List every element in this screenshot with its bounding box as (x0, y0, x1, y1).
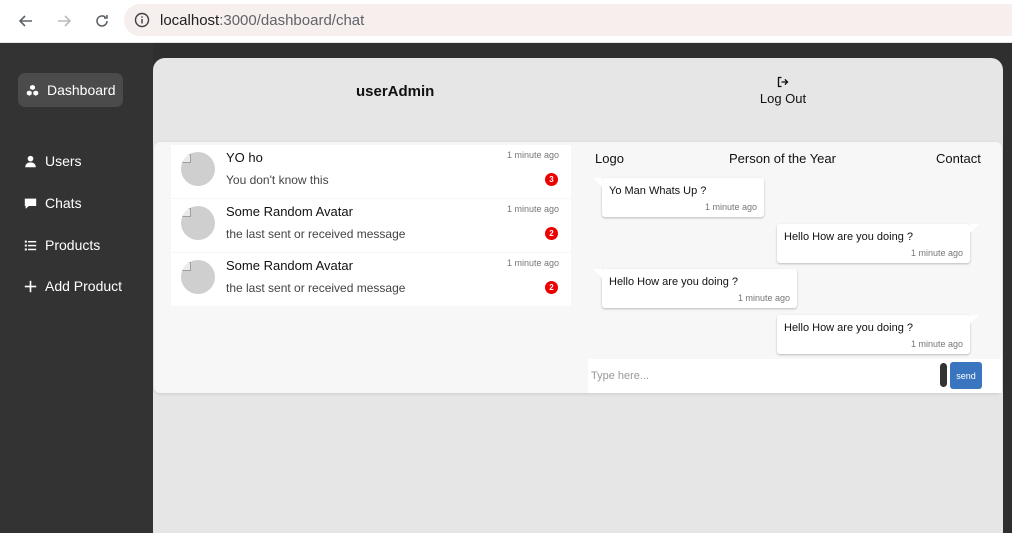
sidebar-item-label: Chats (45, 195, 82, 211)
send-button[interactable]: send (950, 362, 982, 389)
conversation-name: Some Random Avatar (226, 204, 353, 219)
avatar (181, 260, 215, 294)
message-bubble: Hello How are you doing ? 1 minute ago (593, 269, 797, 308)
broken-image-icon (182, 208, 191, 217)
reload-button[interactable] (84, 3, 120, 39)
conversation-time: 1 minute ago (506, 204, 559, 214)
url-text: localhost:3000/dashboard/chat (160, 12, 364, 29)
chat-window: Logo Person of the Year Contact Yo Man W… (588, 142, 1002, 393)
message-time: 1 minute ago (910, 339, 963, 349)
message-bubble: Yo Man Whats Up ? 1 minute ago (593, 178, 764, 217)
emoji-toggle[interactable] (940, 363, 947, 387)
sidebar-item-label: Users (45, 153, 82, 169)
conversation-time: 1 minute ago (506, 150, 559, 160)
address-bar[interactable]: localhost:3000/dashboard/chat (124, 4, 1012, 36)
unread-badge: 2 (545, 227, 558, 240)
sidebar-item-add-product[interactable]: Add Product (18, 269, 122, 303)
sidebar-item-users[interactable]: Users (18, 144, 82, 178)
avatar (181, 152, 215, 186)
unread-badge: 2 (545, 281, 558, 294)
forward-button[interactable] (46, 3, 82, 39)
reload-icon (96, 15, 108, 27)
broken-image-icon (182, 262, 191, 271)
sidebar: Dashboard Users Chats Products Add Produ… (0, 43, 153, 533)
conversation-last-message: You don't know this (226, 173, 329, 187)
arrow-right-icon (58, 15, 72, 27)
message-text: Hello How are you doing ? (609, 276, 739, 288)
conversation-name: YO ho (226, 150, 263, 165)
sidebar-item-label: Products (45, 237, 101, 253)
url-host: localhost (160, 11, 220, 29)
logout-button[interactable]: Log Out (748, 76, 818, 106)
conversation-name: Some Random Avatar (226, 258, 353, 273)
sidebar-item-dashboard[interactable]: Dashboard (18, 73, 123, 107)
list-icon (24, 240, 37, 250)
user-icon (25, 155, 36, 167)
chat-header-logo: Logo (595, 151, 624, 166)
sidebar-item-chats[interactable]: Chats (18, 186, 82, 220)
sidebar-item-products[interactable]: Products (18, 228, 100, 262)
message-time: 1 minute ago (704, 202, 757, 212)
username: userAdmin (356, 83, 435, 100)
chat-header-contact[interactable]: Contact (936, 151, 981, 166)
sidebar-item-label: Dashboard (47, 82, 116, 98)
conversation-item[interactable]: Some Random Avatar the last sent or rece… (171, 199, 571, 252)
message-bubble: Hello How are you doing ? 1 minute ago (777, 224, 979, 263)
conversation-time: 1 minute ago (506, 258, 559, 268)
sidebar-item-label: Add Product (45, 278, 123, 294)
plus-icon (24, 280, 37, 292)
message-bubble: Hello How are you doing ? 1 minute ago (777, 315, 979, 354)
comment-icon (24, 198, 37, 209)
message-input[interactable] (591, 367, 931, 385)
logout-label: Log Out (759, 91, 807, 106)
conversation-last-message: the last sent or received message (226, 227, 406, 241)
chat-panel: YO ho You don't know this 1 minute ago 3… (154, 142, 1002, 393)
back-button[interactable] (8, 3, 44, 39)
message-time: 1 minute ago (737, 293, 790, 303)
conversation-list: YO ho You don't know this 1 minute ago 3… (171, 145, 571, 307)
sign-out-icon (777, 76, 789, 88)
unread-badge: 3 (545, 173, 558, 186)
url-path: :3000/dashboard/chat (219, 11, 365, 29)
conversation-item[interactable]: YO ho You don't know this 1 minute ago 3 (171, 145, 571, 198)
message-text: Hello How are you doing ? (784, 231, 914, 243)
message-time: 1 minute ago (910, 248, 963, 258)
message-text: Hello How are you doing ? (784, 322, 914, 334)
browser-toolbar: localhost:3000/dashboard/chat (0, 0, 1012, 43)
arrow-left-icon (18, 15, 32, 27)
message-text: Yo Man Whats Up ? (609, 185, 707, 197)
avatar (181, 206, 215, 240)
broken-image-icon (182, 154, 191, 163)
chat-header: Logo Person of the Year Contact (588, 151, 1002, 169)
chat-header-title: Person of the Year (729, 151, 836, 166)
message-composer: send (588, 359, 1002, 393)
info-icon[interactable] (134, 12, 150, 28)
conversation-last-message: the last sent or received message (226, 281, 406, 295)
cubes-icon (26, 84, 39, 96)
conversation-item[interactable]: Some Random Avatar the last sent or rece… (171, 253, 571, 306)
